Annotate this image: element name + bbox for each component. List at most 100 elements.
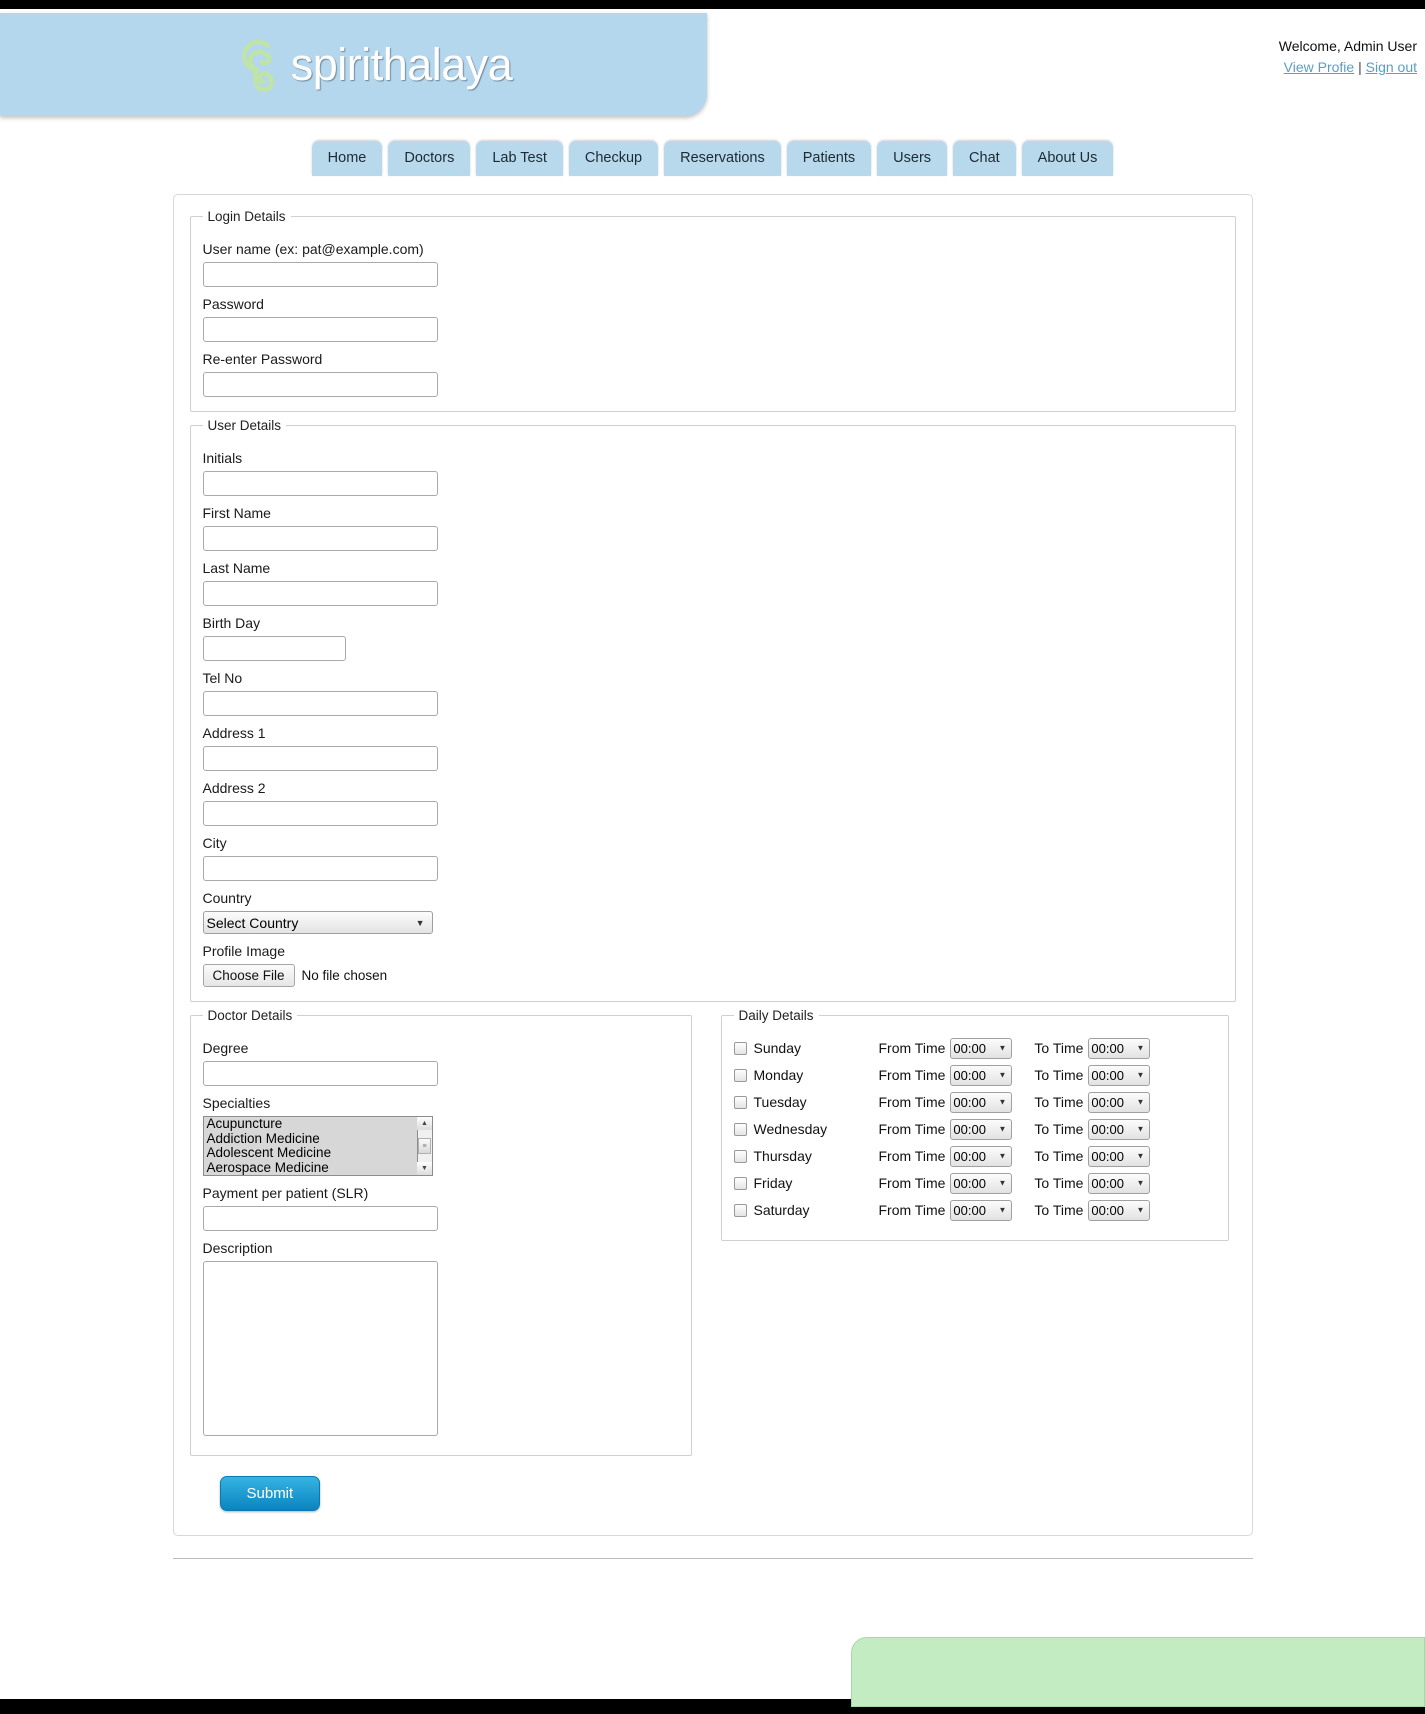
from-time-select-friday[interactable]: 00:00	[950, 1172, 1013, 1194]
from-time-wrapper-friday: 00:00 ▼	[950, 1172, 1013, 1194]
to-time-select-sunday[interactable]: 00:00	[1088, 1037, 1151, 1059]
description-label: Description	[202, 1240, 273, 1256]
country-select[interactable]: Select Country	[202, 911, 433, 934]
nav-item-reservations[interactable]: Reservations	[664, 141, 781, 176]
address-1-input[interactable]	[202, 746, 438, 771]
country-label: Country	[202, 890, 252, 906]
specialties-listbox[interactable]: Acupuncture Addiction Medicine Adolescen…	[202, 1116, 433, 1176]
from-time-wrapper-tuesday: 00:00 ▼	[950, 1091, 1013, 1113]
specialties-option[interactable]: Adolescent Medicine	[204, 1145, 432, 1161]
username-label: User name (ex: pat@example.com)	[202, 241, 424, 257]
to-time-wrapper-thursday: 00:00 ▼	[1088, 1145, 1151, 1167]
from-time-select-thursday[interactable]: 00:00	[950, 1145, 1013, 1167]
reenter-password-input[interactable]	[202, 372, 438, 397]
nav-item-about-us[interactable]: About Us	[1021, 141, 1114, 176]
password-input[interactable]	[202, 317, 438, 342]
day-checkbox-sunday[interactable]	[733, 1041, 747, 1055]
scrollbar-thumb[interactable]: ≡	[418, 1138, 431, 1154]
to-time-select-tuesday[interactable]: 00:00	[1088, 1091, 1151, 1113]
day-checkbox-friday[interactable]	[733, 1176, 747, 1190]
from-time-label: From Time	[878, 1148, 946, 1164]
submit-button[interactable]: Submit	[219, 1476, 321, 1511]
from-time-wrapper-thursday: 00:00 ▼	[950, 1145, 1013, 1167]
specialties-scrollbar[interactable]: ▲ ≡ ▼	[416, 1117, 432, 1175]
payment-per-patient-input[interactable]	[202, 1206, 438, 1231]
day-row-wednesday: Wednesday From Time 00:00 ▼ To Time 00:0…	[733, 1118, 1216, 1140]
from-time-select-monday[interactable]: 00:00	[950, 1064, 1013, 1086]
profile-image-label: Profile Image	[202, 943, 285, 959]
nav-item-checkup[interactable]: Checkup	[568, 141, 659, 176]
initials-label: Initials	[202, 450, 243, 466]
to-time-wrapper-tuesday: 00:00 ▼	[1088, 1091, 1151, 1113]
day-row-saturday: Saturday From Time 00:00 ▼ To Time 00:00	[733, 1199, 1216, 1221]
choose-file-button[interactable]: Choose File	[202, 964, 295, 987]
brand-logo[interactable]: spirithalaya	[235, 36, 513, 94]
nav-item-patients[interactable]: Patients	[786, 141, 872, 176]
day-row-sunday: Sunday From Time 00:00 ▼ To Time 00:00 ▼	[733, 1037, 1216, 1059]
last-name-label: Last Name	[202, 560, 271, 576]
link-separator: |	[1358, 59, 1362, 75]
sign-out-link[interactable]: Sign out	[1366, 59, 1417, 75]
to-time-select-friday[interactable]: 00:00	[1088, 1172, 1151, 1194]
main-navigation: Home Doctors Lab Test Checkup Reservatio…	[0, 117, 1425, 176]
to-time-select-saturday[interactable]: 00:00	[1088, 1199, 1151, 1221]
to-time-select-thursday[interactable]: 00:00	[1088, 1145, 1151, 1167]
daily-details-legend: Daily Details	[738, 1008, 814, 1023]
address-2-input[interactable]	[202, 801, 438, 826]
city-input[interactable]	[202, 856, 438, 881]
to-time-wrapper-monday: 00:00 ▼	[1088, 1064, 1151, 1086]
initials-input[interactable]	[202, 471, 438, 496]
from-time-select-wednesday[interactable]: 00:00	[950, 1118, 1013, 1140]
scroll-up-arrow-icon[interactable]: ▲	[417, 1117, 432, 1130]
first-name-input[interactable]	[202, 526, 438, 551]
from-time-label: From Time	[878, 1121, 946, 1137]
day-checkbox-saturday[interactable]	[733, 1203, 747, 1217]
day-label-saturday: Saturday	[753, 1202, 810, 1218]
day-checkbox-tuesday[interactable]	[733, 1095, 747, 1109]
to-time-label: To Time	[1034, 1040, 1084, 1056]
day-row-tuesday: Tuesday From Time 00:00 ▼ To Time 00:00	[733, 1091, 1216, 1113]
tel-no-input[interactable]	[202, 691, 438, 716]
to-time-label: To Time	[1034, 1202, 1084, 1218]
bottom-columns: Doctor Details Degree Specialties Acupun…	[189, 1008, 1236, 1462]
from-time-label: From Time	[878, 1094, 946, 1110]
from-time-select-sunday[interactable]: 00:00	[950, 1037, 1013, 1059]
birth-day-input[interactable]	[202, 636, 346, 661]
nav-item-lab-test[interactable]: Lab Test	[476, 141, 563, 176]
daily-details-column: Daily Details Sunday From Time 00:00 ▼ T…	[720, 1008, 1229, 1247]
specialties-option[interactable]: Acupuncture	[204, 1117, 432, 1132]
from-time-label: From Time	[878, 1175, 946, 1191]
description-textarea[interactable]	[202, 1261, 438, 1436]
scroll-down-arrow-icon[interactable]: ▼	[417, 1162, 432, 1175]
view-profile-link[interactable]: View Profie	[1284, 59, 1355, 75]
nav-item-users[interactable]: Users	[877, 141, 948, 176]
birth-day-label: Birth Day	[202, 615, 261, 631]
doctor-details-legend: Doctor Details	[207, 1008, 293, 1023]
from-time-label: From Time	[878, 1040, 946, 1056]
nav-item-chat[interactable]: Chat	[953, 141, 1016, 176]
from-time-select-saturday[interactable]: 00:00	[950, 1199, 1013, 1221]
nav-item-doctors[interactable]: Doctors	[388, 141, 471, 176]
specialties-option[interactable]: Aerospace Medicine	[204, 1160, 432, 1176]
day-checkbox-wednesday[interactable]	[733, 1122, 747, 1136]
specialties-option[interactable]: Addiction Medicine	[204, 1131, 432, 1147]
to-time-select-monday[interactable]: 00:00	[1088, 1064, 1151, 1086]
degree-input[interactable]	[202, 1061, 438, 1086]
day-checkbox-thursday[interactable]	[733, 1149, 747, 1163]
nav-item-home[interactable]: Home	[311, 141, 383, 176]
from-time-select-tuesday[interactable]: 00:00	[950, 1091, 1013, 1113]
city-label: City	[202, 835, 227, 851]
to-time-select-wednesday[interactable]: 00:00	[1088, 1118, 1151, 1140]
day-checkbox-monday[interactable]	[733, 1068, 747, 1082]
password-label: Password	[202, 296, 264, 312]
first-name-label: First Name	[202, 505, 271, 521]
day-label-sunday: Sunday	[753, 1040, 801, 1056]
username-input[interactable]	[202, 262, 438, 287]
tel-no-label: Tel No	[202, 670, 243, 686]
to-time-label: To Time	[1034, 1148, 1084, 1164]
address-2-label: Address 2	[202, 780, 266, 796]
footer-divider	[172, 1558, 1253, 1559]
last-name-input[interactable]	[202, 581, 438, 606]
login-details-fieldset: Login Details User name (ex: pat@example…	[189, 209, 1236, 412]
brand-name: spirithalaya	[290, 38, 513, 90]
